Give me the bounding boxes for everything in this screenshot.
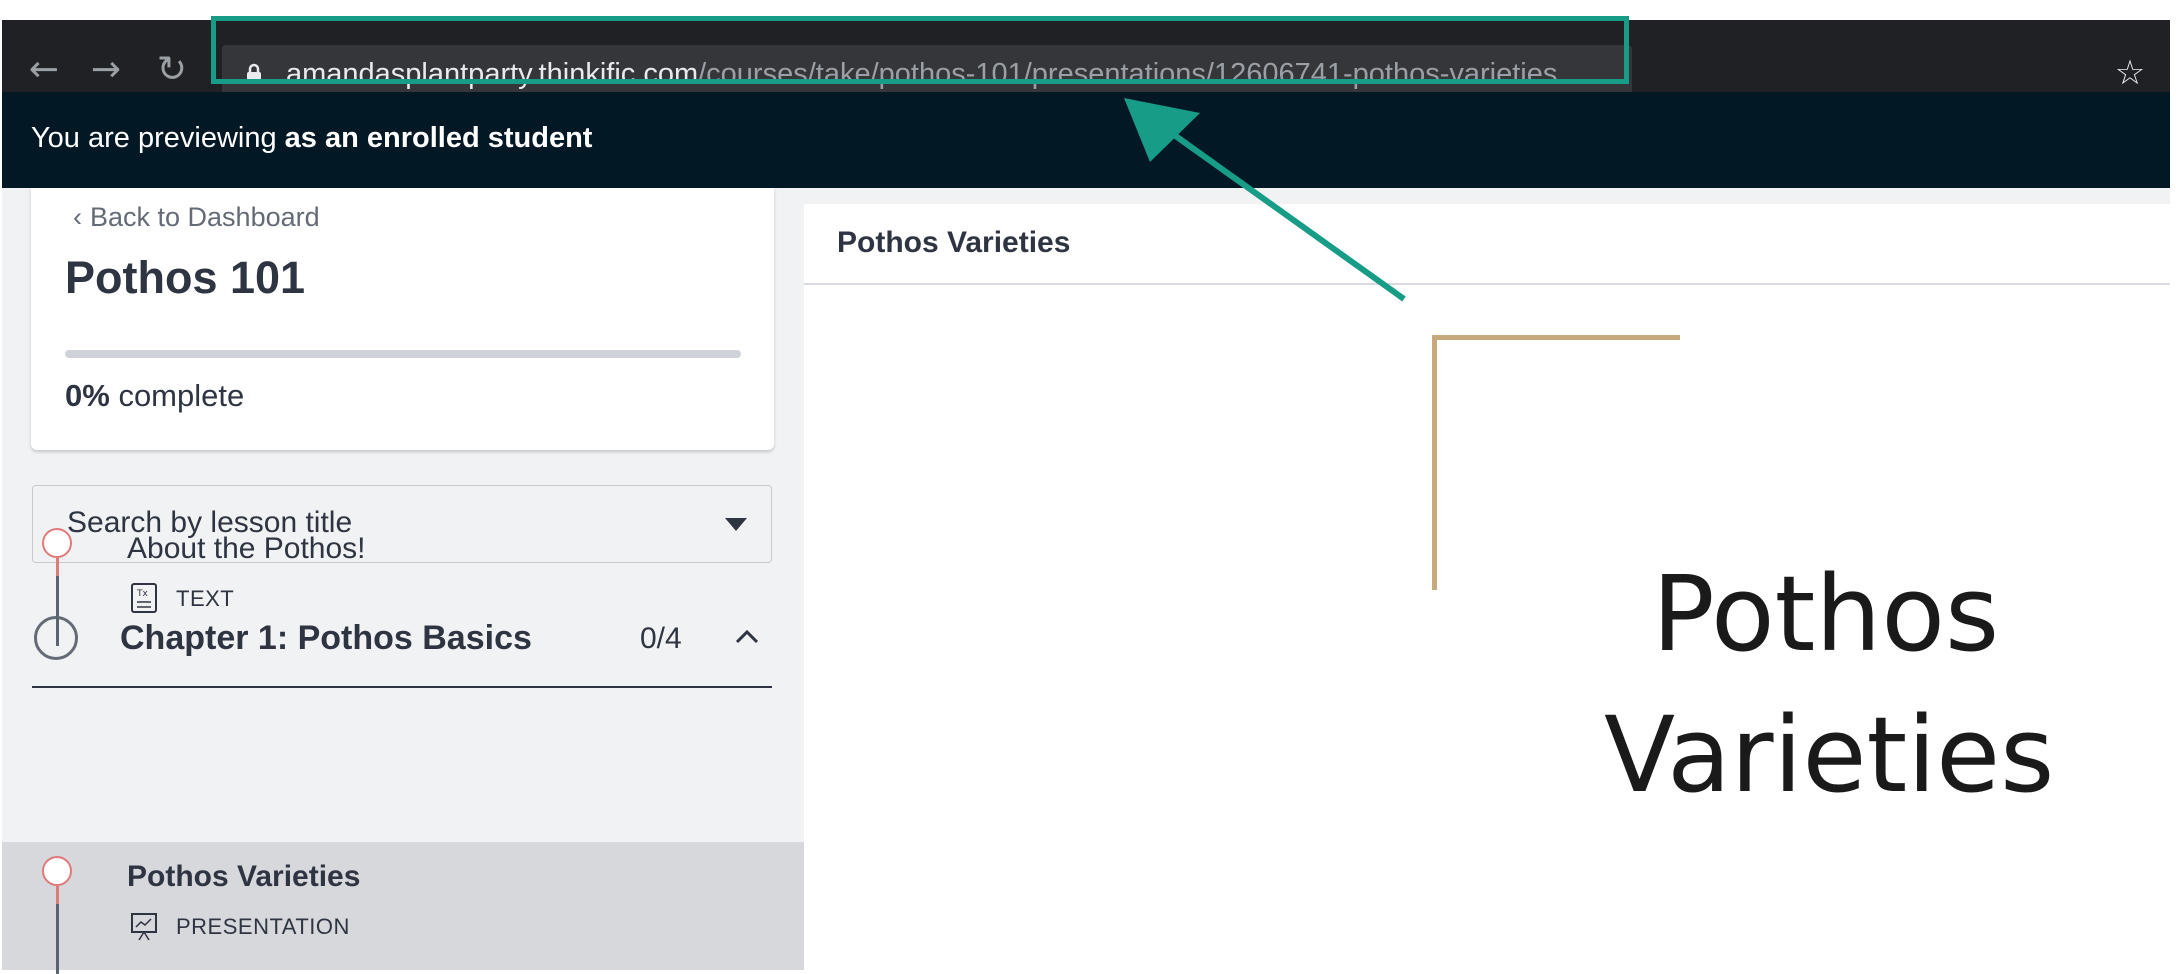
- reload-icon[interactable]: ↻: [152, 50, 192, 90]
- preview-banner-text: You are previewing as an enrolled studen…: [31, 122, 592, 155]
- presentation-slide[interactable]: Pothos Varieties: [804, 285, 2170, 941]
- lesson-type: TEXT: [176, 586, 235, 611]
- back-label: Back to Dashboard: [90, 202, 320, 232]
- lesson-connector-progress: [56, 558, 59, 576]
- text-lesson-icon: Tx: [131, 583, 157, 613]
- lesson-type: PRESENTATION: [176, 914, 350, 939]
- progress-bar: [65, 350, 741, 358]
- arrow-left-icon[interactable]: ←: [24, 50, 64, 90]
- preview-banner: You are previewing as an enrolled studen…: [2, 92, 2170, 188]
- arrow-right-icon[interactable]: →: [86, 50, 126, 90]
- progress-text: 0% complete: [65, 378, 244, 414]
- lesson-status-circle-icon: [42, 856, 72, 886]
- slide-accent-vertical: [1432, 335, 1437, 590]
- lesson-content-area: Pothos Varieties Pothos Varieties: [804, 188, 2170, 941]
- lesson-title: About the Pothos!: [127, 532, 366, 565]
- course-summary-card: ‹ Back to Dashboard Pothos 101 0% complet…: [31, 188, 774, 450]
- slide-title-line2: Varieties: [1604, 694, 2055, 816]
- course-sidebar: ‹ Back to Dashboard Pothos 101 0% complet…: [2, 188, 804, 974]
- lesson-connector-progress: [56, 886, 59, 904]
- back-to-dashboard-link[interactable]: ‹ Back to Dashboard: [73, 202, 320, 233]
- lesson-status-circle-icon: [42, 528, 72, 558]
- banner-prefix: You are previewing: [31, 122, 277, 154]
- slide-title-line1: Pothos: [1652, 553, 2000, 675]
- slide-accent-horizontal: [1432, 335, 1680, 340]
- presentation-panel: Pothos Varieties Pothos Varieties: [804, 204, 2170, 941]
- progress-value: 0%: [65, 378, 110, 413]
- chevron-left-icon: ‹: [73, 202, 82, 232]
- lesson-item-active[interactable]: Pothos Varieties PRESENTATION: [2, 842, 804, 974]
- url-highlight-box: [211, 16, 1629, 84]
- progress-suffix: complete: [118, 378, 245, 413]
- content-header: Pothos Varieties: [804, 204, 2170, 285]
- course-title: Pothos 101: [65, 252, 306, 303]
- lesson-item[interactable]: About the Pothos! Tx TEXT: [2, 514, 804, 646]
- star-icon[interactable]: ☆: [2110, 53, 2150, 93]
- banner-emphasis: as an enrolled student: [284, 122, 593, 154]
- presentation-icon: [131, 913, 157, 941]
- svg-text:Tx: Tx: [136, 589, 148, 599]
- lesson-title: Pothos Varieties: [127, 860, 361, 893]
- lesson-header-title: Pothos Varieties: [837, 226, 1071, 259]
